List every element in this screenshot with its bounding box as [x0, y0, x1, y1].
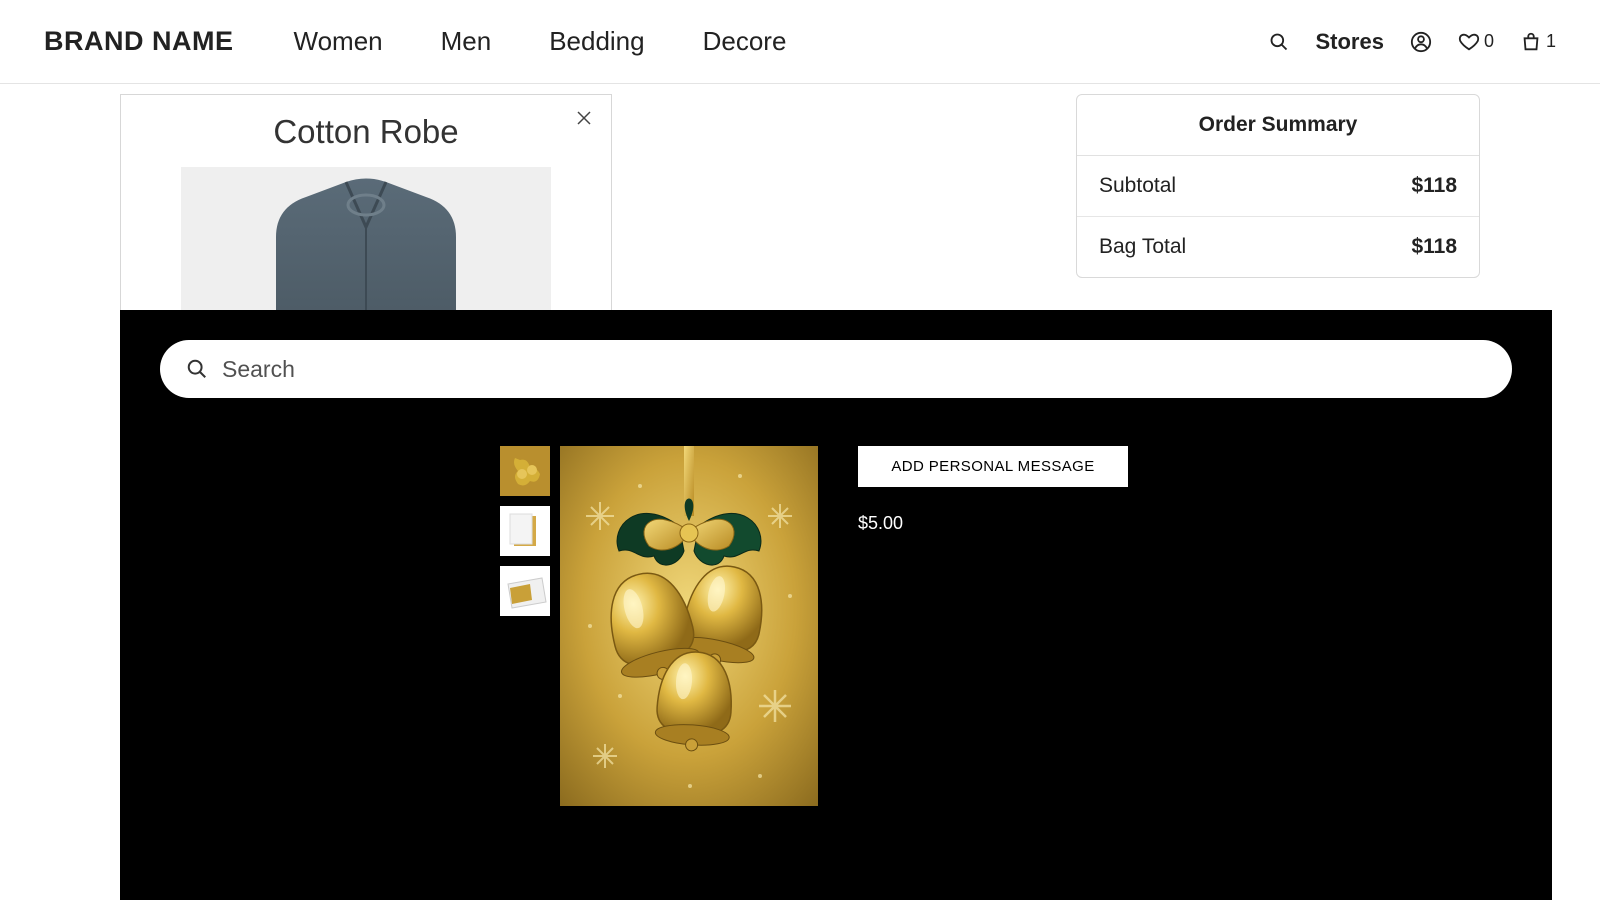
thumbnail-2[interactable]	[500, 506, 550, 556]
header-utilities: Stores 0 1	[1269, 29, 1556, 55]
summary-label: Bag Total	[1099, 235, 1186, 259]
stores-link[interactable]: Stores	[1315, 29, 1383, 55]
cart-item-title: Cotton Robe	[141, 113, 591, 151]
search-input[interactable]	[222, 356, 1486, 383]
brand-logo[interactable]: BRAND NAME	[44, 26, 234, 57]
search-icon	[186, 358, 208, 380]
product-detail: ADD PERSONAL MESSAGE $5.00	[500, 446, 1512, 806]
thumbnail-3[interactable]	[500, 566, 550, 616]
cart-item-image	[181, 167, 551, 317]
search-icon[interactable]	[1269, 32, 1289, 52]
product-price: $5.00	[858, 513, 1128, 534]
cart-item-card: Cotton Robe	[120, 94, 612, 338]
summary-value: $118	[1411, 174, 1457, 198]
summary-row-subtotal: Subtotal $118	[1077, 156, 1479, 216]
site-header: BRAND NAME Women Men Bedding Decore Stor…	[0, 0, 1600, 84]
thumbnail-list	[500, 446, 550, 806]
nav-decore[interactable]: Decore	[703, 26, 787, 57]
order-summary-title: Order Summary	[1077, 95, 1479, 156]
nav-women[interactable]: Women	[294, 26, 383, 57]
summary-value: $118	[1411, 235, 1457, 259]
summary-row-bagtotal: Bag Total $118	[1077, 216, 1479, 277]
product-overlay: ADD PERSONAL MESSAGE $5.00	[120, 310, 1552, 900]
wishlist-count: 0	[1484, 31, 1494, 52]
product-actions: ADD PERSONAL MESSAGE $5.00	[858, 446, 1128, 806]
overlay-search[interactable]	[160, 340, 1512, 398]
thumbnail-1[interactable]	[500, 446, 550, 496]
product-main-image	[560, 446, 818, 806]
nav-men[interactable]: Men	[441, 26, 492, 57]
bag-count: 1	[1546, 31, 1556, 52]
account-icon[interactable]	[1410, 31, 1432, 53]
summary-label: Subtotal	[1099, 174, 1176, 198]
bag-button[interactable]: 1	[1520, 31, 1556, 53]
add-personal-message-button[interactable]: ADD PERSONAL MESSAGE	[858, 446, 1128, 487]
close-icon[interactable]	[575, 109, 593, 127]
order-summary: Order Summary Subtotal $118 Bag Total $1…	[1076, 94, 1480, 278]
nav-bedding[interactable]: Bedding	[549, 26, 644, 57]
primary-nav: Women Men Bedding Decore	[294, 26, 787, 57]
wishlist-button[interactable]: 0	[1458, 31, 1494, 53]
